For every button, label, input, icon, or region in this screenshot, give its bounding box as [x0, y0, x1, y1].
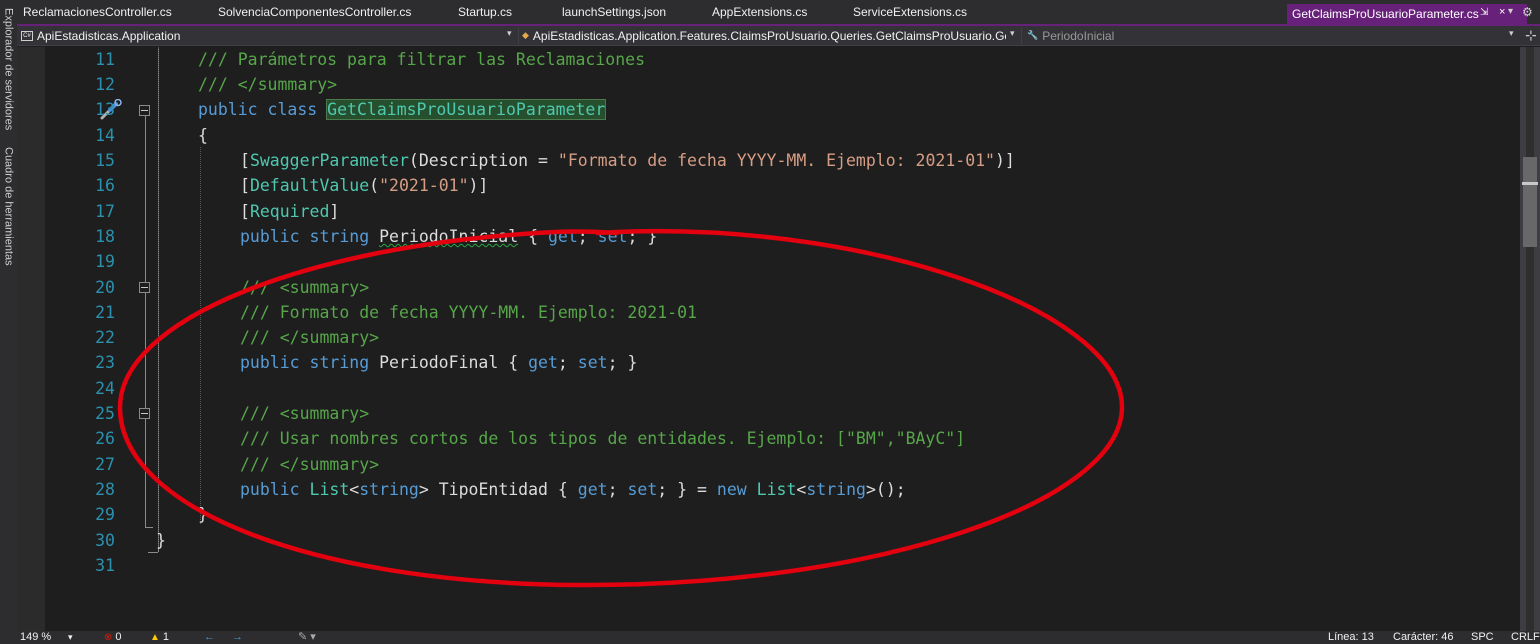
zoom-level-dropdown[interactable]: 149 %	[20, 631, 51, 644]
code-line-16: [DefaultValue("2021-01")]	[240, 176, 489, 195]
active-tab-label: GetClaimsProUsuarioParameter.cs	[1292, 7, 1479, 21]
type-dropdown[interactable]: ◆ ApiEstadisticas.Application.Features.C…	[522, 26, 1006, 45]
side-tab-server-explorer[interactable]: Explorador de servidores	[0, 8, 17, 130]
left-tool-strip: Explorador de servidores Cuadro de herra…	[0, 0, 17, 644]
nav-separator	[518, 28, 519, 44]
line-number: 15	[95, 151, 115, 170]
line-number: 12	[95, 75, 115, 94]
project-dropdown[interactable]: C# ApiEstadisticas.Application	[21, 26, 516, 45]
scrollbar-thumb[interactable]	[1523, 157, 1537, 247]
line-number: 16	[95, 176, 115, 195]
csharp-project-icon: C#	[21, 30, 33, 41]
code-editor[interactable]: 11 12 13 14 15 16 17 18 19 20 21 22 23 2…	[17, 47, 1520, 631]
code-line-13: public class GetClaimsProUsuarioParamete…	[198, 99, 607, 120]
code-line-30: }	[156, 531, 166, 550]
line-number: 23	[95, 353, 115, 372]
scrollbar-caret-marker	[1522, 182, 1538, 185]
code-line-20: /// <summary>	[240, 278, 370, 297]
error-icon: ⊗	[104, 632, 113, 643]
code-line-25: /// <summary>	[240, 404, 370, 423]
code-line-27: /// </summary>	[240, 455, 380, 474]
tab-launch-settings[interactable]: launchSettings.json	[562, 5, 666, 19]
tab-solvencia-componentes-controller[interactable]: SolvenciaComponentesController.cs	[218, 5, 411, 19]
code-line-23: public string PeriodoFinal { get; set; }	[240, 353, 638, 372]
class-name-highlight: GetClaimsProUsuarioParameter	[326, 99, 607, 120]
line-number: 18	[95, 227, 115, 246]
code-line-22: /// </summary>	[240, 328, 380, 347]
error-count[interactable]: ⊗ 0	[104, 631, 122, 644]
line-number: 17	[95, 202, 115, 221]
navigate-forward-arrow-icon[interactable]: →	[232, 631, 243, 644]
whitespace-indicator[interactable]: SPC	[1471, 631, 1494, 644]
code-line-21: /// Formato de fecha YYYY-MM. Ejemplo: 2…	[240, 303, 697, 322]
code-line-18: public string PeriodoInicial { get; set;…	[240, 227, 658, 246]
tab-service-extensions[interactable]: ServiceExtensions.cs	[853, 5, 967, 19]
document-tab-bar: ReclamacionesController.cs SolvenciaComp…	[17, 0, 1540, 26]
line-number: 27	[95, 455, 115, 474]
editor-status-bar: 149 % ▾ ⊗ 0 ▲ 1 ← → ✎ ▾ Línea: 13 Carácter…	[0, 631, 1540, 644]
vertical-scrollbar[interactable]	[1520, 47, 1540, 631]
code-line-14: {	[198, 126, 208, 145]
chevron-down-icon[interactable]: ▾	[1509, 29, 1514, 39]
line-number: 29	[95, 505, 115, 524]
split-editor-plus-icon[interactable]: ⊹	[1525, 28, 1537, 44]
tab-startup[interactable]: Startup.cs	[458, 5, 512, 19]
line-number: 30	[95, 531, 115, 550]
line-ending-indicator[interactable]: CRLF	[1511, 631, 1540, 644]
line-indicator[interactable]: Línea: 13	[1328, 631, 1374, 644]
nav-separator	[1021, 28, 1022, 44]
wrench-property-icon: 🔧	[1027, 30, 1039, 40]
tab-get-claims-pro-usuario-parameter[interactable]: GetClaimsProUsuarioParameter.cs ⇲ ×	[1287, 4, 1527, 24]
line-number: 22	[95, 328, 115, 347]
brush-icon[interactable]: ✎ ▾	[298, 631, 316, 644]
chevron-down-icon[interactable]: ▾	[1010, 29, 1015, 39]
line-number: 20	[95, 278, 115, 297]
navigation-bar: C# ApiEstadisticas.Application ▾ ◆ ApiEs…	[17, 26, 1540, 46]
chevron-down-icon[interactable]: ▾	[507, 29, 512, 39]
tab-overflow-chevron-icon[interactable]: ▾	[1508, 6, 1513, 17]
line-number: 13	[95, 100, 115, 119]
code-line-15: [SwaggerParameter(Description = "Formato…	[240, 151, 1015, 170]
warning-icon: ▲	[150, 632, 160, 643]
tab-reclamaciones-controller[interactable]: ReclamacionesController.cs	[23, 5, 172, 19]
line-number: 14	[95, 126, 115, 145]
chevron-down-icon[interactable]: ▾	[68, 631, 73, 644]
code-line-29: }	[198, 505, 208, 524]
line-number: 24	[95, 379, 115, 398]
line-number: 25	[95, 404, 115, 423]
line-number: 28	[95, 480, 115, 499]
close-icon[interactable]: ×	[1499, 6, 1505, 18]
line-number: 21	[95, 303, 115, 322]
tab-app-extensions[interactable]: AppExtensions.cs	[712, 5, 807, 19]
line-number: 11	[95, 50, 115, 69]
scrollbar-track[interactable]	[1526, 47, 1534, 631]
settings-gear-icon[interactable]: ⚙	[1522, 5, 1533, 19]
side-tab-toolbox[interactable]: Cuadro de herramientas	[0, 140, 17, 272]
warning-count[interactable]: ▲ 1	[150, 631, 169, 644]
class-icon: ◆	[522, 30, 529, 40]
code-line-11: /// Parámetros para filtrar las Reclamac…	[198, 50, 646, 69]
line-number: 31	[95, 556, 115, 575]
pin-icon[interactable]: ⇲	[1480, 7, 1488, 18]
code-line-26: /// Usar nombres cortos de los tipos de …	[240, 429, 966, 448]
member-dropdown[interactable]: 🔧 PeriodoInicial	[1027, 26, 1507, 45]
navigate-back-arrow-icon[interactable]: ←	[204, 631, 215, 644]
code-line-28: public List<string> TipoEntidad { get; s…	[240, 480, 906, 499]
code-line-12: /// </summary>	[198, 75, 338, 94]
code-line-17: [Required]	[240, 202, 340, 221]
line-number: 26	[95, 429, 115, 448]
char-indicator[interactable]: Carácter: 46	[1393, 631, 1454, 644]
line-number: 19	[95, 252, 115, 271]
